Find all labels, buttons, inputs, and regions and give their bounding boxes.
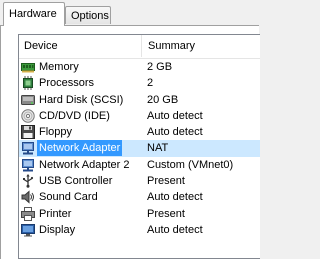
device-row-printer[interactable]: Printer Present — [19, 206, 260, 222]
device-summary: Auto detect — [147, 191, 203, 204]
network-adapter-icon — [21, 141, 35, 155]
device-row-memory[interactable]: Memory 2 GB — [19, 59, 260, 75]
device-name: Floppy — [39, 126, 73, 139]
device-rows: Memory 2 GB Processors 2 Hard Disk (SCSI) 20 … — [19, 59, 260, 238]
device-name: CD/DVD (IDE) — [39, 109, 110, 122]
sound-card-icon — [21, 190, 35, 204]
device-summary: Present — [147, 207, 185, 220]
column-header-summary[interactable]: Summary — [143, 35, 266, 57]
memory-icon — [21, 60, 35, 74]
device-name: Processors — [39, 77, 95, 90]
device-summary: Auto detect — [147, 126, 203, 139]
device-name: Network Adapter 2 — [39, 158, 130, 171]
hard-disk-icon — [21, 93, 35, 107]
device-summary: NAT — [147, 142, 169, 155]
device-row-network-adapter[interactable]: Network Adapter NAT — [19, 140, 260, 157]
tab-hardware[interactable]: Hardware — [3, 2, 65, 26]
floppy-icon — [21, 125, 35, 140]
device-row-network-adapter-2[interactable]: Network Adapter 2 Custom (VMnet0) — [19, 157, 260, 173]
device-row-processors[interactable]: Processors 2 — [19, 75, 260, 91]
device-name: USB Controller — [39, 175, 113, 188]
device-name: Network Adapter — [37, 140, 123, 157]
device-summary: Custom (VMnet0) — [147, 158, 234, 171]
device-summary: Auto detect — [147, 109, 203, 122]
device-row-hard-disk-scsi[interactable]: Hard Disk (SCSI) 20 GB — [19, 92, 260, 108]
usb-icon — [21, 174, 35, 188]
display-icon — [21, 223, 35, 237]
device-name: Memory — [39, 61, 79, 73]
processor-icon — [21, 76, 35, 91]
device-name: Printer — [39, 207, 72, 220]
device-summary: 20 GB — [147, 93, 179, 106]
device-list: Device Summary Memory 2 GB Processors 2 Hard… — [18, 34, 260, 259]
device-summary: Auto detect — [147, 223, 203, 236]
device-row-cd-dvd-ide[interactable]: CD/DVD (IDE) Auto detect — [19, 108, 260, 124]
device-name: Hard Disk (SCSI) — [39, 93, 124, 106]
cd-dvd-icon — [21, 109, 35, 123]
device-list-header: Device Summary — [19, 35, 260, 59]
device-row-display[interactable]: Display Auto detect — [19, 222, 260, 238]
tab-bar: Hardware Options — [0, 0, 259, 26]
device-summary: 2 — [147, 77, 154, 90]
device-summary: 2 GB — [147, 61, 173, 73]
device-row-sound-card[interactable]: Sound Card Auto detect — [19, 189, 260, 205]
network-adapter-icon — [21, 158, 35, 172]
tab-options[interactable]: Options — [65, 6, 111, 24]
device-row-usb-controller[interactable]: USB Controller Present — [19, 173, 260, 189]
column-separator[interactable] — [141, 35, 142, 57]
device-name: Display — [39, 223, 76, 236]
device-row-floppy[interactable]: Floppy Auto detect — [19, 124, 260, 140]
printer-icon — [21, 206, 35, 221]
device-summary: Present — [147, 175, 185, 188]
hardware-panel: Device Summary Memory 2 GB Processors 2 Hard… — [0, 26, 260, 259]
device-name: Sound Card — [39, 191, 98, 204]
column-header-device[interactable]: Device — [19, 35, 144, 57]
